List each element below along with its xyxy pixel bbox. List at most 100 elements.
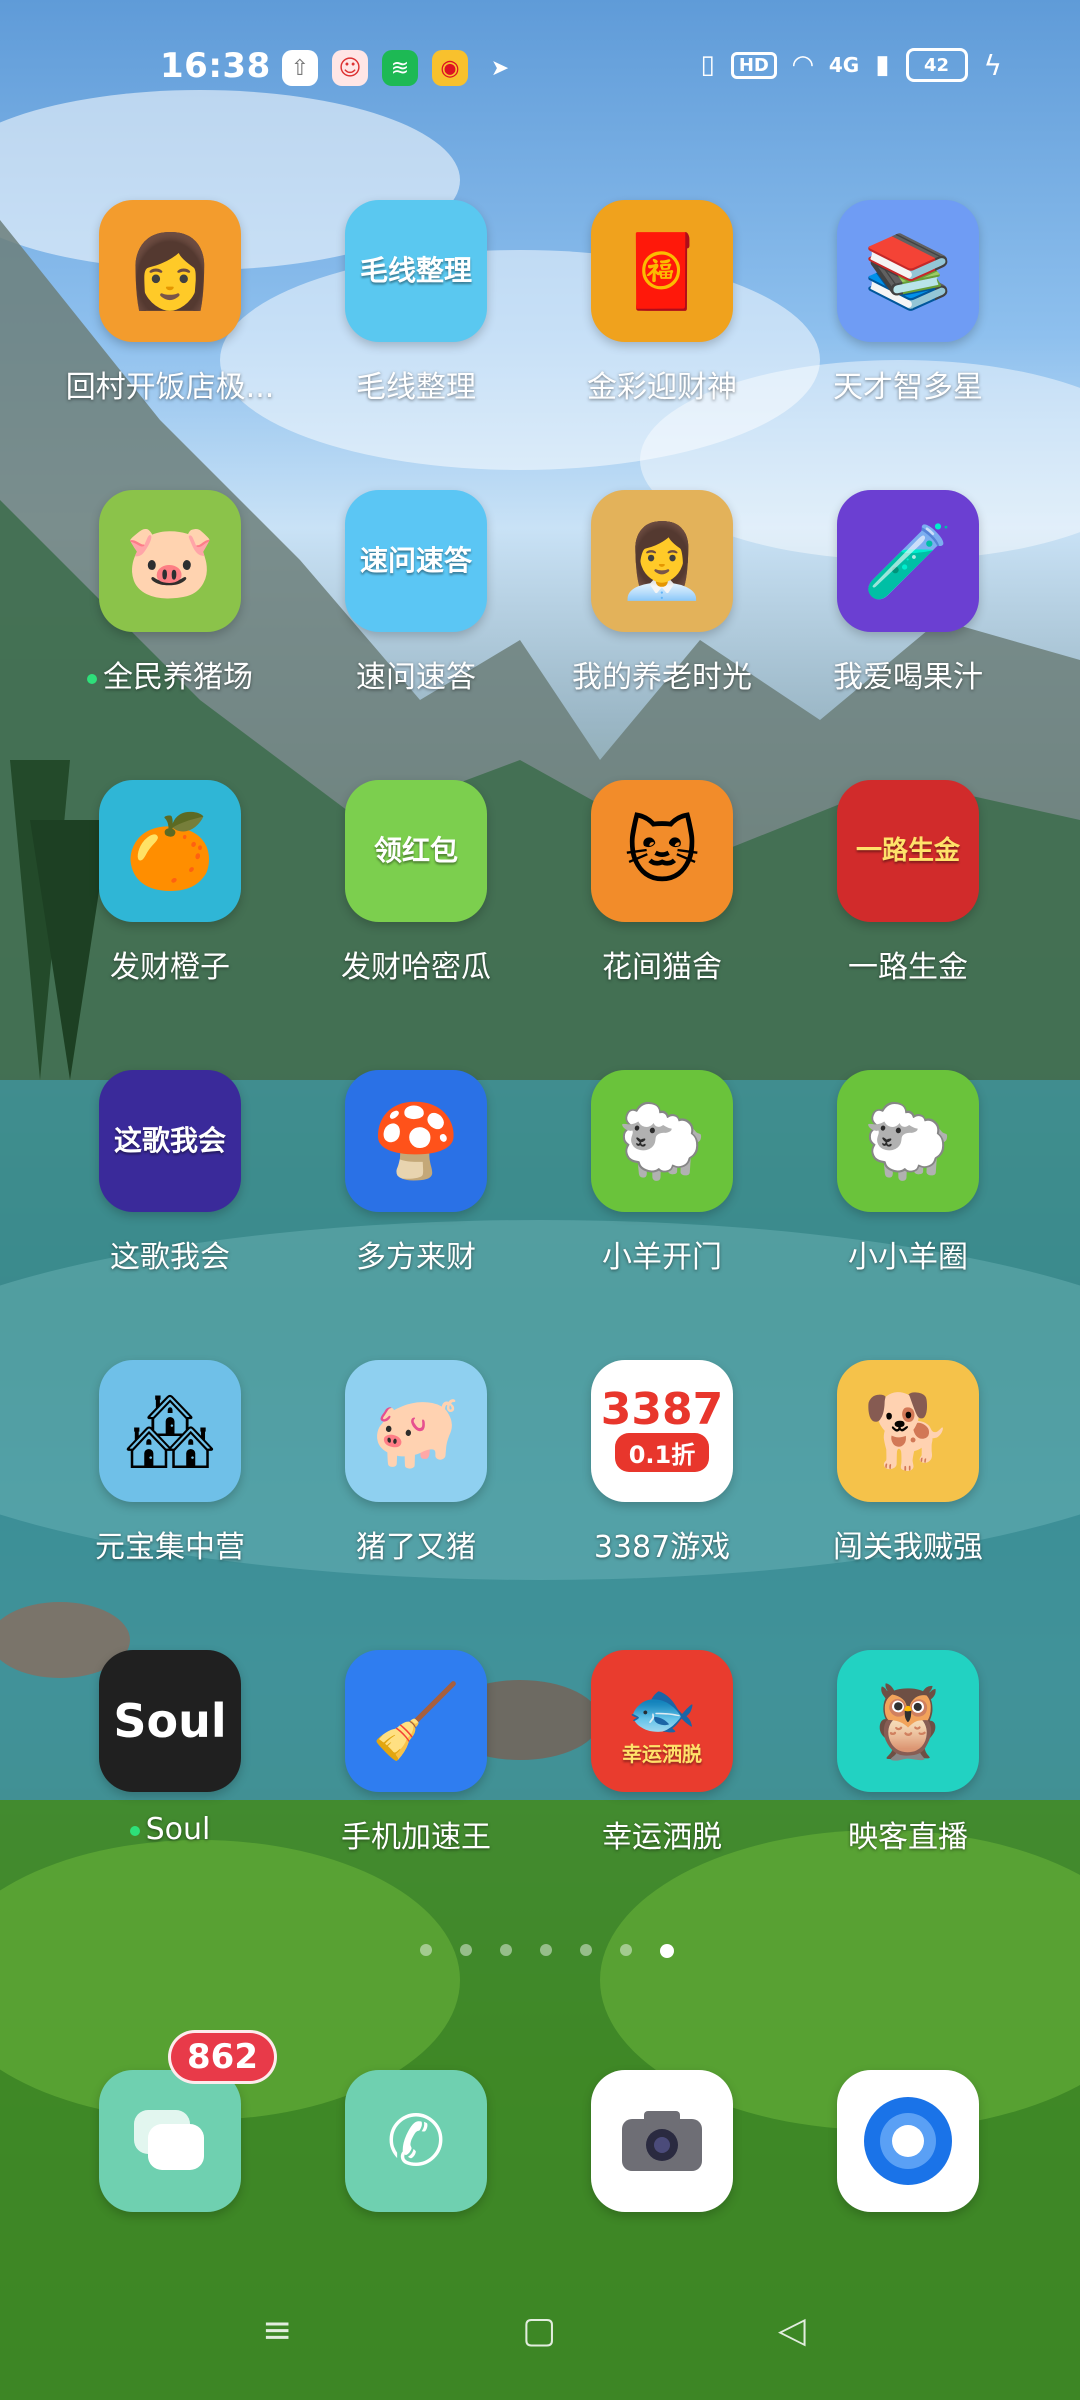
charging-icon: ϟ (983, 48, 1002, 82)
app-label: 3387游戏 (593, 1530, 731, 1565)
app-icon-9[interactable]: 🍊 发财橙子 (50, 780, 290, 986)
notification-icons: ⇧ ☺ ≋ ◉ ➤ (282, 50, 518, 86)
app-icon-15[interactable]: 🐑 小羊开门 (542, 1070, 782, 1276)
mushroom-icon: 🍄 (345, 1070, 487, 1212)
app-label: 幸运洒脱 (602, 1820, 722, 1855)
browser-glyph (864, 2097, 952, 2185)
pigs-icon: 🐖 (345, 1360, 487, 1502)
app-label: 小羊开门 (602, 1240, 722, 1275)
app-label: 猪了又猪 (356, 1530, 476, 1565)
unread-badge: 862 (168, 2030, 277, 2084)
navigation-bar: ≡ ▢ ◁ (0, 2310, 1080, 2358)
page-dot[interactable] (460, 1944, 472, 1956)
melon-icon: 领红包 (345, 780, 487, 922)
app-icon-6[interactable]: 速问速答 速问速答 (296, 490, 536, 696)
restaurant-girl-icon: 👩 (99, 200, 241, 342)
app-icon-8[interactable]: 🧪 我爱喝果汁 (788, 490, 1028, 696)
dock-messages[interactable]: 862 (50, 2030, 290, 2212)
app-label: 多方来财 (356, 1240, 476, 1275)
app-icon-18[interactable]: 🐖 猪了又猪 (296, 1360, 536, 1566)
village-icon: 🏘 (99, 1360, 241, 1502)
home-button[interactable]: ▢ (522, 2310, 556, 2351)
app-label: 我的养老时光 (572, 660, 752, 695)
back-button[interactable]: ◁ (778, 2310, 806, 2351)
menu-button[interactable]: ≡ (262, 2310, 292, 2351)
app-icon-21[interactable]: Soul Soul (50, 1650, 290, 1847)
page-dot[interactable] (500, 1944, 512, 1956)
app-icon-5[interactable]: 🐷 全民养猪场 (50, 490, 290, 696)
icon-text: 毛线整理 (359, 254, 472, 287)
dock-browser[interactable] (788, 2070, 1028, 2212)
app-label: 花间猫舍 (602, 950, 722, 985)
page-dot[interactable] (420, 1944, 432, 1956)
goldfish-icon: 🐟 幸运洒脱 (591, 1650, 733, 1792)
app-icon-17[interactable]: 🏘 元宝集中营 (50, 1360, 290, 1566)
app-label: 映客直播 (848, 1820, 968, 1855)
send-icon: ➤ (490, 55, 510, 81)
app-icon-10[interactable]: 领红包 发财哈密瓜 (296, 780, 536, 986)
camera-glyph (622, 2111, 702, 2171)
status-bar: 16:38 ⇧ ☺ ≋ ◉ ➤ ▯ HD ◠ 4G ▮ 42 ϟ (0, 46, 1080, 96)
businesswoman-icon: 👩‍💼 (591, 490, 733, 632)
page-indicator[interactable] (420, 1944, 674, 1958)
juice-bottles-icon: 🧪 (837, 490, 979, 632)
app-label: 发财哈密瓜 (341, 950, 491, 985)
app-icon-2[interactable]: 毛线整理 毛线整理 (296, 200, 536, 406)
owl-icon: 🦉 (837, 1650, 979, 1792)
app-icon-12[interactable]: 一路生金 一路生金 (788, 780, 1028, 986)
camera-icon (591, 2070, 733, 2212)
app-label: 天才智多星 (833, 370, 983, 405)
icon-text: 速问速答 (359, 544, 472, 577)
app-icon-14[interactable]: 🍄 多方来财 (296, 1070, 536, 1276)
page-dot[interactable] (580, 1944, 592, 1956)
app-icon-11[interactable]: 🐱 花间猫舍 (542, 780, 782, 986)
hd-icon: HD (730, 51, 777, 79)
app-icon-23[interactable]: 🐟 幸运洒脱 幸运洒脱 (542, 1650, 782, 1856)
network-type: 4G (828, 53, 860, 77)
app-label: 小小羊圈 (848, 1240, 968, 1275)
golden-girl-icon: 一路生金 (837, 780, 979, 922)
page-dot-active[interactable] (660, 1944, 674, 1958)
app-label: 手机加速王 (341, 1820, 491, 1855)
music-stage-icon: 这歌我会 (99, 1070, 241, 1212)
chat-bubbles-glyph (134, 2110, 204, 2170)
pig-icon: 🐷 (99, 490, 241, 632)
app-icon-22[interactable]: 🧹 手机加速王 (296, 1650, 536, 1856)
app-label: 金彩迎财神 (587, 370, 737, 405)
yarn-girl-icon: 毛线整理 (345, 200, 487, 342)
sheep-icon: 🐑 (591, 1070, 733, 1212)
app-label: 我爱喝果汁 (833, 660, 983, 695)
3387-icon: 3387 0.1折 (591, 1360, 733, 1502)
cat-icon: 🐱 (591, 780, 733, 922)
app-icon-4[interactable]: 📚 天才智多星 (788, 200, 1028, 406)
phone-icon: ✆ (345, 2070, 487, 2212)
weibo-icon: ◉ (432, 50, 468, 86)
app-label: 全民养猪场 (103, 660, 253, 695)
wifi-icon: ◠ (792, 50, 813, 80)
app-icon-20[interactable]: 🐕 闯关我贼强 (788, 1360, 1028, 1566)
app-icon-7[interactable]: 👩‍💼 我的养老时光 (542, 490, 782, 696)
app-icon-1[interactable]: 👩 回村开饭店极... (50, 200, 290, 406)
signal-icon: ▮ (875, 50, 890, 80)
battery-level: 42 (923, 54, 950, 76)
vibrate-icon: ▯ (700, 50, 715, 80)
app-label: 这歌我会 (110, 1240, 230, 1275)
fortune-god-icon: 🧧 (591, 200, 733, 342)
browser-icon (837, 2070, 979, 2212)
app-icon-16[interactable]: 🐑 小小羊圈 (788, 1070, 1028, 1276)
chat-bubbles-icon: 862 (99, 2030, 277, 2212)
app-icon-24[interactable]: 🦉 映客直播 (788, 1650, 1028, 1856)
icon-text: 一路生金 (855, 836, 960, 866)
page-dot[interactable] (540, 1944, 552, 1956)
app-label: 闯关我贼强 (833, 1530, 983, 1565)
upload-icon: ⇧ (282, 50, 318, 86)
dock-phone[interactable]: ✆ (296, 2070, 536, 2212)
page-dot[interactable] (620, 1944, 632, 1956)
app-icon-3[interactable]: 🧧 金彩迎财神 (542, 200, 782, 406)
app-icon-13[interactable]: 这歌我会 这歌我会 (50, 1070, 290, 1276)
dock-camera[interactable] (542, 2070, 782, 2212)
app-icon-19[interactable]: 3387 0.1折 3387游戏 (542, 1360, 782, 1566)
icon-subtext: 0.1折 (614, 1432, 710, 1472)
app-label: 一路生金 (848, 950, 968, 985)
books-icon: 📚 (837, 200, 979, 342)
